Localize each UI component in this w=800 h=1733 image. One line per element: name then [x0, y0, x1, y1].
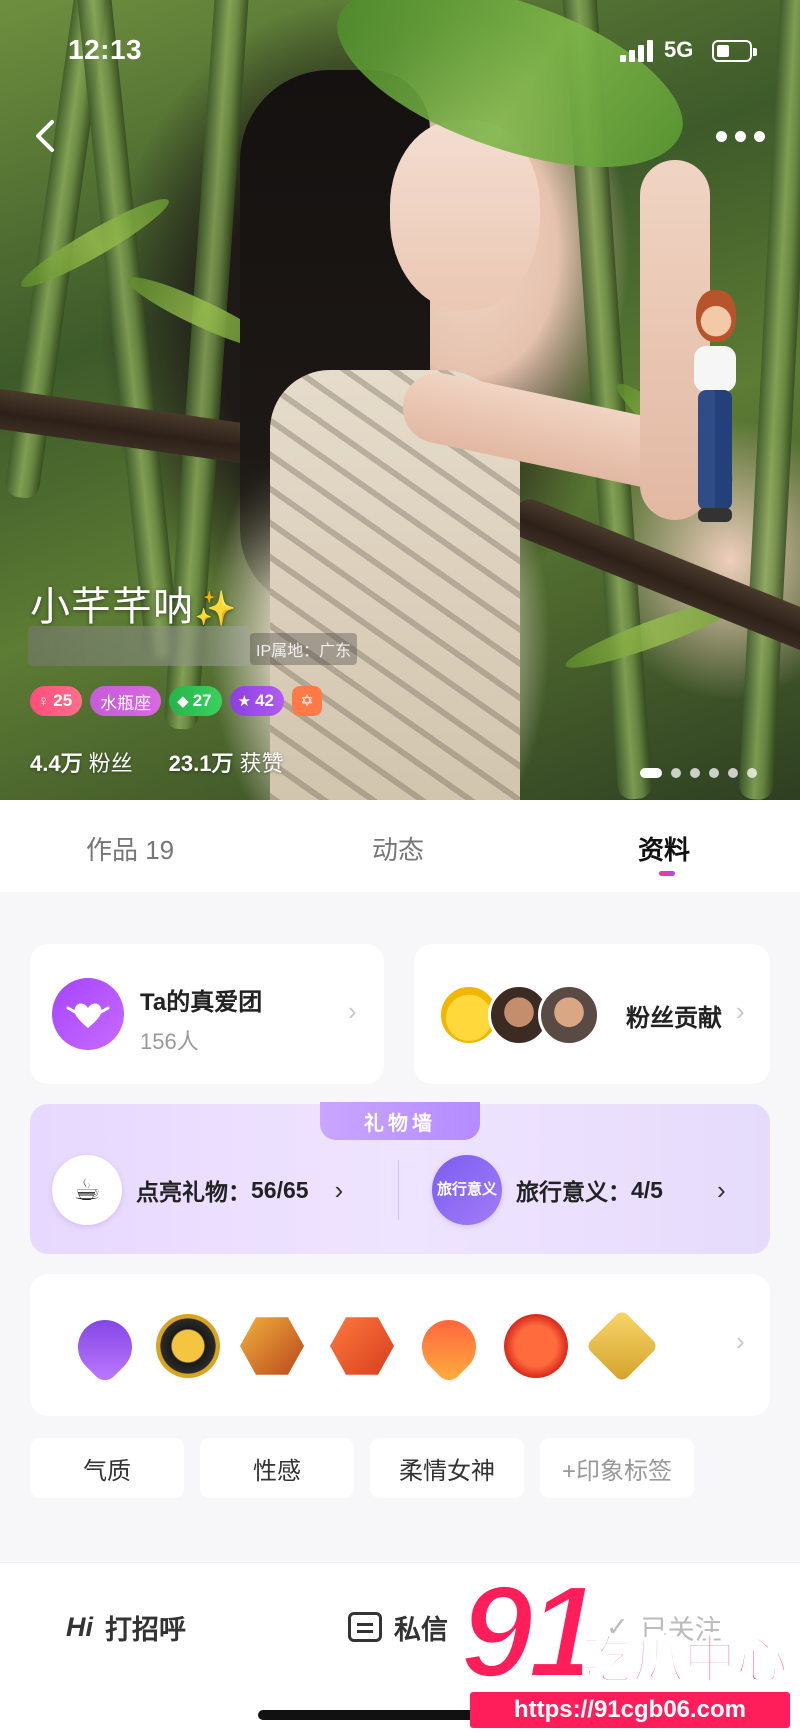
- dot-icon: [735, 131, 746, 142]
- dot-icon: [716, 131, 727, 142]
- photo-pager[interactable]: [640, 768, 757, 778]
- chevron-left-icon: [36, 120, 54, 152]
- divider: [398, 1160, 399, 1220]
- gift-wall-label: 礼物墙: [320, 1102, 480, 1140]
- greet-label: 打招呼: [105, 1614, 186, 1645]
- profile-name: 小芊芊呐✨: [30, 574, 237, 632]
- profile-name-text: 小芊芊呐: [30, 585, 194, 629]
- pager-dot: [671, 768, 681, 778]
- bottom-action-bar: Hi 打招呼 私信 ✓ 已关注: [0, 1562, 800, 1733]
- female-symbol-icon: ♀: [38, 692, 50, 710]
- diamond-icon: ◆: [177, 693, 189, 710]
- fans-group-card[interactable]: Ta的真爱团 156人 ›: [30, 944, 384, 1084]
- gem-badge[interactable]: ◆ 27: [169, 686, 222, 716]
- fans-group-icon: [52, 978, 124, 1050]
- badge-row: ♀ 25 水瓶座 ◆ 27 ★ 42 ✡: [30, 686, 323, 716]
- message-label: 私信: [394, 1614, 448, 1645]
- status-bar: 12:13 5G: [0, 0, 800, 100]
- fan-contribution-card[interactable]: 粉丝贡献 ›: [414, 944, 770, 1084]
- zodiac-badge[interactable]: 水瓶座: [90, 686, 162, 716]
- star-value: 42: [255, 691, 275, 710]
- star-badge[interactable]: ★ 42: [229, 686, 285, 716]
- home-indicator: [258, 1710, 542, 1720]
- more-options-button[interactable]: [708, 116, 772, 156]
- profile-stats: 4.4万 粉丝 23.1万 获赞: [30, 746, 283, 778]
- message-icon: [348, 1612, 382, 1642]
- tab-profile-info[interactable]: 资料: [638, 830, 690, 867]
- lit-gifts-label: 点亮礼物：: [136, 1179, 251, 1205]
- message-button[interactable]: 私信: [348, 1607, 448, 1647]
- gift-wall-card[interactable]: 礼物墙 ☕ 点亮礼物： 56/65 › 旅行意义 旅行意义： 4/5 ›: [30, 1102, 770, 1254]
- travel-badge-icon: 旅行意义: [432, 1155, 502, 1225]
- profile-cover-photo[interactable]: [0, 0, 800, 800]
- hexagram-icon: ✡: [300, 693, 314, 710]
- red-heart-medal-icon: [410, 1308, 488, 1386]
- network-type: 5G: [664, 37, 694, 62]
- star-icon: ★: [237, 693, 252, 710]
- status-time: 12:13: [68, 34, 143, 65]
- likes-stat[interactable]: 23.1万 获赞: [169, 746, 284, 778]
- ip-location: IP属地：广东: [250, 633, 358, 665]
- pager-dot: [728, 768, 738, 778]
- fans-group-count: 156人: [140, 1029, 199, 1054]
- impression-tag[interactable]: 柔情女神: [370, 1438, 524, 1498]
- sparkle-icon: ✨: [194, 590, 238, 628]
- chevron-right-icon: ›: [334, 1174, 344, 1205]
- travel-meaning[interactable]: 旅行意义 旅行意义： 4/5 ›: [432, 1155, 726, 1225]
- lit-gifts[interactable]: ☕ 点亮礼物： 56/65 ›: [52, 1155, 344, 1225]
- hi-icon: Hi: [66, 1611, 93, 1642]
- heart-wings-icon: [66, 1003, 110, 1028]
- pager-dot: [640, 768, 662, 778]
- teacup-gift-icon: ☕: [52, 1155, 122, 1225]
- avatar: [538, 984, 600, 1046]
- battery-icon: [712, 40, 757, 62]
- level-value: 25: [53, 691, 73, 710]
- top-fans-avatars: [438, 984, 600, 1046]
- travel-value: 4/5: [631, 1176, 663, 1203]
- pager-dot: [747, 768, 757, 778]
- virtual-avatar-figure[interactable]: [684, 290, 744, 530]
- fans-count: 4.4万: [30, 751, 83, 776]
- chevron-right-icon: ›: [736, 1326, 745, 1356]
- dot-icon: [754, 131, 765, 142]
- followed-label: 已关注: [640, 1614, 722, 1645]
- level-badge[interactable]: ♀ 25: [30, 686, 83, 716]
- tab-works[interactable]: 作品 19: [86, 830, 174, 867]
- chevron-right-icon: ›: [736, 996, 745, 1026]
- likes-label: 获赞: [239, 751, 284, 776]
- play-hexagon-medal-icon: [330, 1317, 394, 1375]
- add-impression-tag-button[interactable]: +印象标签: [540, 1438, 694, 1498]
- pager-dot: [690, 768, 700, 778]
- hexagon-medal-icon: [240, 1317, 304, 1375]
- medals-card[interactable]: ›: [30, 1274, 770, 1416]
- travel-label: 旅行意义：: [516, 1179, 631, 1205]
- blurred-user-id: [28, 626, 250, 666]
- impression-tag[interactable]: 性感: [200, 1438, 354, 1498]
- greet-button[interactable]: Hi 打招呼: [66, 1607, 186, 1647]
- pager-dot: [709, 768, 719, 778]
- active-tab-indicator: [659, 871, 675, 876]
- honor-badge[interactable]: ✡: [292, 686, 323, 716]
- fans-stat[interactable]: 4.4万 粉丝: [30, 746, 133, 778]
- tab-moments[interactable]: 动态: [372, 830, 424, 867]
- lit-gifts-value: 56/65: [251, 1176, 309, 1203]
- chevron-right-icon: ›: [716, 1174, 726, 1205]
- profile-tabs: 作品 19 动态 资料: [0, 800, 800, 892]
- gem-value: 27: [192, 691, 212, 710]
- back-button[interactable]: [22, 112, 70, 160]
- signal-icon: [620, 40, 656, 62]
- fans-group-title: Ta的真爱团: [140, 989, 263, 1016]
- gold-circle-medal-icon: [156, 1314, 220, 1378]
- check-icon: ✓: [606, 1611, 629, 1642]
- fans-label: 粉丝: [88, 751, 133, 776]
- followed-button[interactable]: ✓ 已关注: [606, 1607, 722, 1647]
- purple-heart-medal-icon: [66, 1308, 144, 1386]
- chevron-right-icon: ›: [348, 996, 357, 1026]
- likes-count: 23.1万: [168, 751, 234, 776]
- gold-diamond-medal-icon: [585, 1309, 659, 1383]
- fan-contribution-title: 粉丝贡献: [626, 1005, 722, 1032]
- impression-tag[interactable]: 气质: [30, 1438, 184, 1498]
- red-circle-medal-icon: [504, 1314, 568, 1378]
